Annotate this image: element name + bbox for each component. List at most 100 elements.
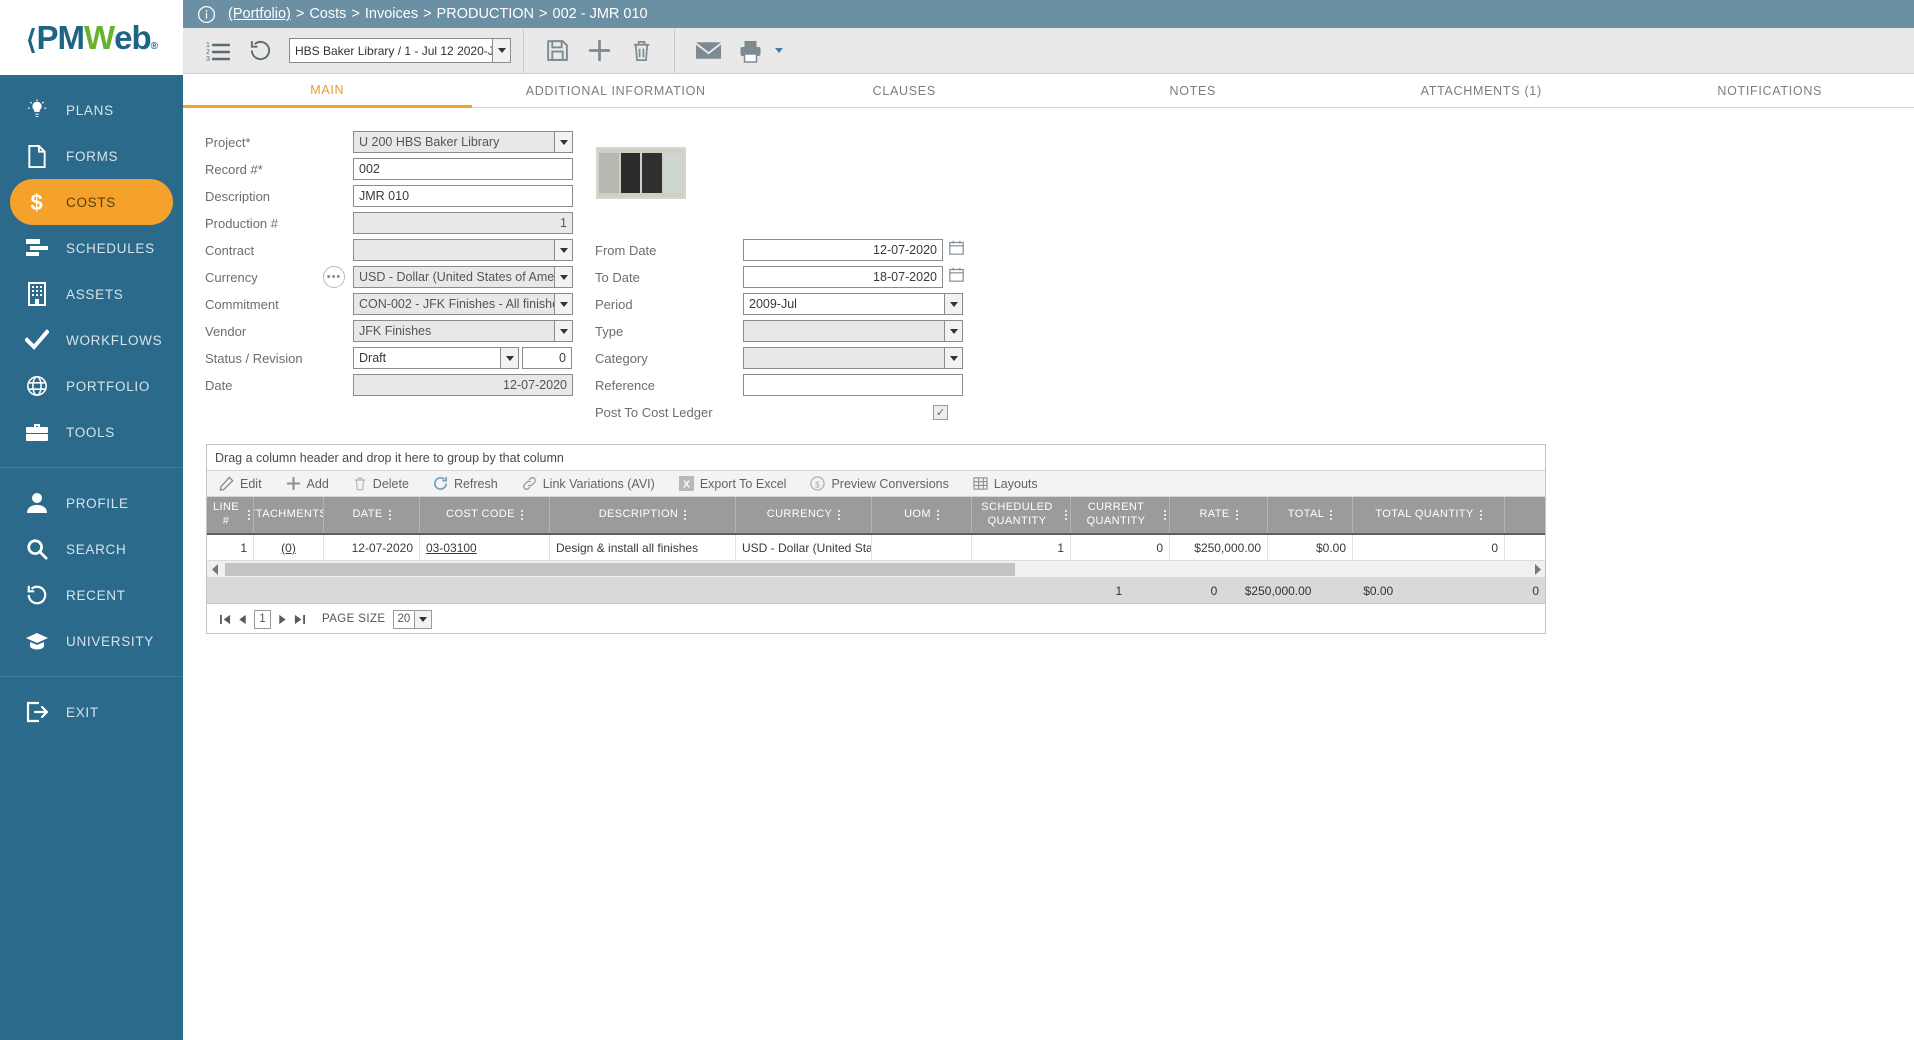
column-menu-icon[interactable]	[838, 509, 841, 521]
column-menu-icon[interactable]	[1235, 509, 1238, 521]
horizontal-scrollbar[interactable]	[207, 561, 1545, 578]
breadcrumb-root[interactable]: (Portfolio)	[228, 6, 291, 22]
info-icon[interactable]	[197, 5, 216, 24]
save-icon[interactable]	[536, 30, 578, 72]
grid-header-current-quantity[interactable]: CURRENT QUANTITY	[1071, 497, 1170, 533]
sidebar-item-forms[interactable]: FORMS	[10, 133, 173, 179]
currency-more-icon[interactable]: •••	[323, 266, 345, 288]
pager-first-icon[interactable]	[217, 611, 234, 628]
grid-header-line[interactable]: LINE #	[207, 497, 254, 533]
from-date-input[interactable]: 12-07-2020	[743, 239, 943, 261]
email-icon[interactable]	[687, 30, 729, 72]
print-icon[interactable]	[729, 30, 771, 72]
sidebar-item-portfolio[interactable]: PORTFOLIO	[10, 363, 173, 409]
period-select[interactable]: 2009-Jul	[743, 293, 963, 315]
contract-select[interactable]	[353, 239, 573, 261]
grid-preview-conversions-button[interactable]: $ Preview Conversions	[810, 476, 949, 491]
sidebar-item-recent[interactable]: RECENT	[10, 572, 173, 618]
column-menu-icon[interactable]	[520, 509, 523, 521]
pager-next-icon[interactable]	[274, 611, 291, 628]
grid-header-total[interactable]: TOTAL	[1268, 497, 1353, 533]
chevron-down-icon[interactable]	[554, 240, 572, 260]
sidebar-item-plans[interactable]: PLANS	[10, 87, 173, 133]
cell-attachments[interactable]: (0)	[254, 535, 324, 560]
tab-additional-information[interactable]: ADDITIONAL INFORMATION	[472, 74, 761, 108]
delete-icon[interactable]	[620, 30, 662, 72]
print-dropdown-icon[interactable]	[771, 30, 787, 72]
record-input[interactable]: 002	[353, 158, 573, 180]
post-to-cost-ledger-checkbox[interactable]: ✓	[933, 404, 948, 420]
pager-last-icon[interactable]	[291, 611, 308, 628]
chevron-down-icon[interactable]	[554, 294, 572, 314]
chevron-down-icon[interactable]	[944, 348, 962, 368]
scrollbar-thumb[interactable]	[225, 563, 1015, 576]
pager-prev-icon[interactable]	[234, 611, 251, 628]
grid-add-button[interactable]: Add	[286, 476, 329, 491]
status-select[interactable]: Draft	[353, 347, 519, 369]
scroll-right-icon[interactable]	[1529, 563, 1545, 575]
chevron-down-icon[interactable]	[500, 348, 518, 368]
sidebar-item-workflows[interactable]: WORKFLOWS	[10, 317, 173, 363]
column-menu-icon[interactable]	[1065, 509, 1067, 521]
sidebar-item-exit[interactable]: EXIT	[10, 689, 173, 735]
scroll-left-icon[interactable]	[207, 563, 223, 575]
sidebar-item-costs[interactable]: $ COSTS	[10, 179, 173, 225]
attachments-link[interactable]: (0)	[281, 541, 296, 555]
pager-page-number[interactable]: 1	[254, 609, 271, 629]
grid-refresh-button[interactable]: Refresh	[433, 476, 498, 491]
grid-header-rate[interactable]: RATE	[1170, 497, 1268, 533]
calendar-icon[interactable]	[949, 267, 964, 287]
column-menu-icon[interactable]	[248, 509, 250, 521]
group-by-dropzone[interactable]: Drag a column header and drop it here to…	[207, 445, 1545, 471]
grid-header-scheduled-quantity[interactable]: SCHEDULED QUANTITY	[972, 497, 1071, 533]
category-select[interactable]	[743, 347, 963, 369]
list-icon[interactable]: 1 2 3	[197, 30, 239, 72]
page-size-value[interactable]: 20	[393, 609, 416, 629]
column-menu-icon[interactable]	[1330, 509, 1333, 521]
project-select[interactable]: U 200 HBS Baker Library	[353, 131, 573, 153]
tab-notes[interactable]: NOTES	[1049, 74, 1338, 108]
grid-header-attachments[interactable]: ATTACHMENTS	[254, 497, 324, 533]
column-menu-icon[interactable]	[1479, 509, 1482, 521]
chevron-down-icon[interactable]	[554, 267, 572, 287]
chevron-down-icon[interactable]	[554, 132, 572, 152]
chevron-down-icon[interactable]	[944, 294, 962, 314]
grid-layouts-button[interactable]: Layouts	[973, 476, 1038, 491]
breadcrumb-production[interactable]: PRODUCTION	[437, 6, 534, 22]
logo[interactable]: ⟨ PM Web ®	[0, 0, 183, 75]
currency-select[interactable]: USD - Dollar (United States of America)	[353, 266, 573, 288]
revision-input[interactable]: 0	[522, 347, 572, 369]
grid-edit-button[interactable]: Edit	[219, 476, 262, 491]
breadcrumb-invoices[interactable]: Invoices	[365, 6, 418, 22]
chevron-down-icon[interactable]	[944, 321, 962, 341]
grid-header-uom[interactable]: UOM	[872, 497, 972, 533]
chevron-down-icon[interactable]	[492, 39, 510, 62]
sidebar-item-university[interactable]: UNIVERSITY	[10, 618, 173, 664]
sidebar-item-tools[interactable]: TOOLS	[10, 409, 173, 455]
cost-code-link[interactable]: 03-03100	[426, 541, 477, 555]
grid-header-date[interactable]: DATE	[324, 497, 420, 533]
column-menu-icon[interactable]	[684, 509, 687, 521]
page-size-chevron-down-icon[interactable]	[415, 609, 433, 629]
chevron-down-icon[interactable]	[554, 321, 572, 341]
sidebar-item-assets[interactable]: ASSETS	[10, 271, 173, 317]
to-date-input[interactable]: 18-07-2020	[743, 266, 943, 288]
tab-main[interactable]: MAIN	[183, 74, 472, 108]
grid-header-description[interactable]: DESCRIPTION	[550, 497, 736, 533]
sidebar-item-profile[interactable]: PROFILE	[10, 480, 173, 526]
calendar-icon[interactable]	[949, 240, 964, 260]
column-menu-icon[interactable]	[936, 509, 939, 521]
reference-input[interactable]	[743, 374, 963, 396]
grid-delete-button[interactable]: Delete	[353, 476, 409, 491]
history-icon[interactable]	[239, 30, 281, 72]
sidebar-item-search[interactable]: SEARCH	[10, 526, 173, 572]
add-icon[interactable]	[578, 30, 620, 72]
grid-header-cost-code[interactable]: COST CODE	[420, 497, 550, 533]
tab-clauses[interactable]: CLAUSES	[760, 74, 1049, 108]
description-input[interactable]: JMR 010	[353, 185, 573, 207]
type-select[interactable]	[743, 320, 963, 342]
cell-cost-code[interactable]: 03-03100	[420, 535, 550, 560]
tab-attachments[interactable]: ATTACHMENTS (1)	[1337, 74, 1626, 108]
commitment-select[interactable]: CON-002 - JFK Finishes - All finishes -	[353, 293, 573, 315]
grid-header-total-quantity[interactable]: TOTAL QUANTITY	[1353, 497, 1505, 533]
